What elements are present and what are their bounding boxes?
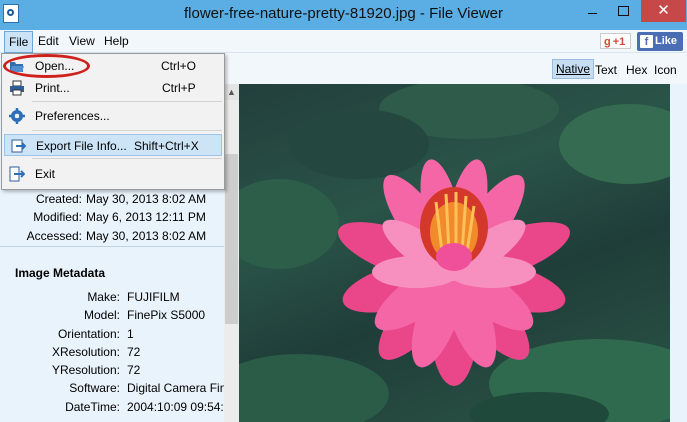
menu-item-export[interactable]: Export File Info... Shift+Ctrl+X bbox=[4, 134, 222, 156]
menu-item-shortcut: Ctrl+O bbox=[161, 59, 197, 73]
metadata-label: DateTime: bbox=[65, 400, 120, 414]
metadata-value: FUJIFILM bbox=[127, 290, 180, 304]
view-text-button[interactable]: Text bbox=[595, 63, 617, 77]
metadata-label: XResolution: bbox=[51, 345, 120, 359]
section-divider bbox=[0, 246, 224, 247]
menu-item-exit[interactable]: Exit bbox=[2, 163, 224, 185]
prop-value: May 6, 2013 12:11 PM bbox=[86, 210, 206, 224]
metadata-label: Software: bbox=[69, 381, 120, 395]
menu-item-print[interactable]: Print... Ctrl+P bbox=[2, 77, 224, 99]
metadata-row: YResolution: 72 bbox=[0, 363, 224, 381]
image-preview bbox=[239, 84, 670, 422]
menu-bar: File Edit View Help g +1 f Like bbox=[0, 30, 687, 53]
menu-separator bbox=[32, 130, 222, 131]
metadata-label: YResolution: bbox=[51, 363, 120, 377]
view-hex-button[interactable]: Hex bbox=[626, 63, 647, 77]
menu-separator bbox=[32, 158, 222, 159]
metadata-value: 72 bbox=[127, 363, 141, 377]
view-icon-button[interactable]: Icon bbox=[654, 63, 677, 77]
exit-icon bbox=[9, 166, 25, 182]
menu-item-shortcut: Shift+Ctrl+X bbox=[134, 139, 199, 153]
metadata-row: DateTime: 2004:10:09 09:54:4 bbox=[0, 400, 224, 418]
metadata-value: 72 bbox=[127, 345, 141, 359]
menu-item-preferences[interactable]: Preferences... bbox=[2, 105, 224, 127]
metadata-row: Software: Digital Camera FineP bbox=[0, 381, 224, 399]
metadata-value: 2004:10:09 09:54:4 bbox=[127, 400, 224, 414]
highlight-annotation bbox=[3, 54, 90, 78]
metadata-value: 1 bbox=[127, 327, 134, 341]
metadata-label: Orientation: bbox=[57, 327, 120, 341]
right-gutter bbox=[670, 84, 687, 422]
facebook-icon: f bbox=[640, 34, 653, 48]
menu-edit[interactable]: Edit bbox=[38, 34, 59, 48]
export-icon bbox=[11, 139, 26, 153]
scroll-up-arrow-icon[interactable]: ▲ bbox=[224, 84, 239, 100]
scroll-thumb[interactable] bbox=[225, 154, 238, 324]
metadata-value: Digital Camera FineP bbox=[127, 381, 224, 395]
metadata-value: FinePix S5000 bbox=[127, 308, 206, 322]
prop-label: Created: bbox=[35, 192, 82, 206]
flower-image bbox=[239, 84, 670, 422]
gear-icon bbox=[9, 108, 25, 124]
metadata-label: Make: bbox=[87, 290, 120, 304]
menu-item-label: Exit bbox=[35, 167, 56, 181]
facebook-like-label: Like bbox=[655, 35, 678, 47]
google-plus-button[interactable]: g +1 bbox=[600, 33, 631, 49]
metadata-row: Model: FinePix S5000 bbox=[0, 308, 224, 326]
menu-item-label: Preferences... bbox=[35, 109, 110, 123]
prop-label: Accessed: bbox=[26, 229, 82, 243]
menu-separator bbox=[32, 101, 222, 102]
minimize-button[interactable] bbox=[579, 0, 605, 22]
prop-modified: Modified: May 6, 2013 12:11 PM bbox=[0, 210, 224, 228]
menu-item-label: Print... bbox=[35, 81, 70, 95]
prop-created: Created: May 30, 2013 8:02 AM bbox=[0, 192, 224, 210]
menu-item-shortcut: Ctrl+P bbox=[162, 81, 196, 95]
menu-item-label: Export File Info... bbox=[36, 139, 127, 153]
vertical-scrollbar[interactable]: ▲ bbox=[224, 84, 239, 422]
menu-file[interactable]: File bbox=[4, 31, 34, 53]
metadata-row: Orientation: 1 bbox=[0, 327, 224, 345]
printer-icon bbox=[10, 80, 24, 96]
facebook-like-button[interactable]: f Like bbox=[637, 32, 683, 51]
metadata-row: Make: FUJIFILM bbox=[0, 290, 224, 308]
prop-value: May 30, 2013 8:02 AM bbox=[86, 192, 207, 206]
google-plus-icon: g bbox=[604, 36, 611, 48]
metadata-row: XResolution: 72 bbox=[0, 345, 224, 363]
metadata-label: Model: bbox=[83, 308, 120, 322]
menu-help[interactable]: Help bbox=[104, 34, 129, 48]
view-native-button[interactable]: Native bbox=[552, 59, 595, 79]
title-bar: flower-free-nature-pretty-81920.jpg - Fi… bbox=[0, 0, 687, 30]
close-button[interactable]: ✕ bbox=[641, 0, 686, 22]
maximize-button[interactable] bbox=[610, 0, 636, 22]
prop-label: Modified: bbox=[33, 210, 82, 224]
prop-accessed: Accessed: May 30, 2013 8:02 AM bbox=[0, 229, 224, 247]
metadata-heading: Image Metadata bbox=[15, 266, 106, 280]
menu-view[interactable]: View bbox=[69, 34, 95, 48]
google-plus-label: +1 bbox=[612, 36, 626, 48]
prop-value: May 30, 2013 8:02 AM bbox=[86, 229, 207, 243]
